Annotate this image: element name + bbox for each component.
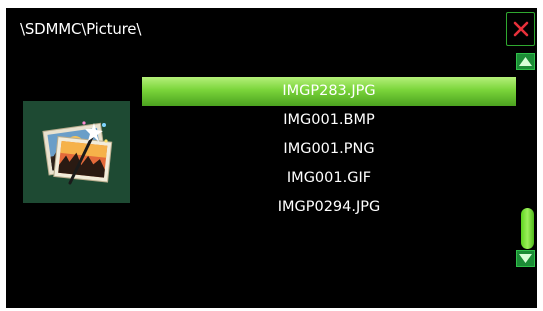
file-browser-screen: \SDMMC\Picture\ IMGP283.JPG IMG001.BMP I…: [6, 8, 537, 308]
scroll-up-button[interactable]: [516, 53, 535, 70]
scrollbar-thumb[interactable]: [521, 208, 534, 249]
close-icon: [513, 21, 528, 37]
arrow-up-icon: [519, 57, 532, 66]
list-item[interactable]: IMG001.BMP: [142, 106, 516, 135]
close-button[interactable]: [506, 12, 535, 46]
list-item[interactable]: IMG001.PNG: [142, 135, 516, 164]
list-item[interactable]: IMGP0294.JPG: [142, 193, 516, 222]
list-item[interactable]: IMG001.GIF: [142, 164, 516, 193]
picture-thumbnail: [23, 101, 130, 203]
scroll-down-button[interactable]: [516, 250, 535, 267]
file-list: IMGP283.JPG IMG001.BMP IMG001.PNG IMG001…: [142, 77, 516, 222]
picture-folder-icon: [41, 121, 112, 185]
arrow-down-icon: [519, 254, 532, 263]
list-item[interactable]: IMGP283.JPG: [142, 77, 516, 106]
current-path: \SDMMC\Picture\: [20, 20, 142, 38]
